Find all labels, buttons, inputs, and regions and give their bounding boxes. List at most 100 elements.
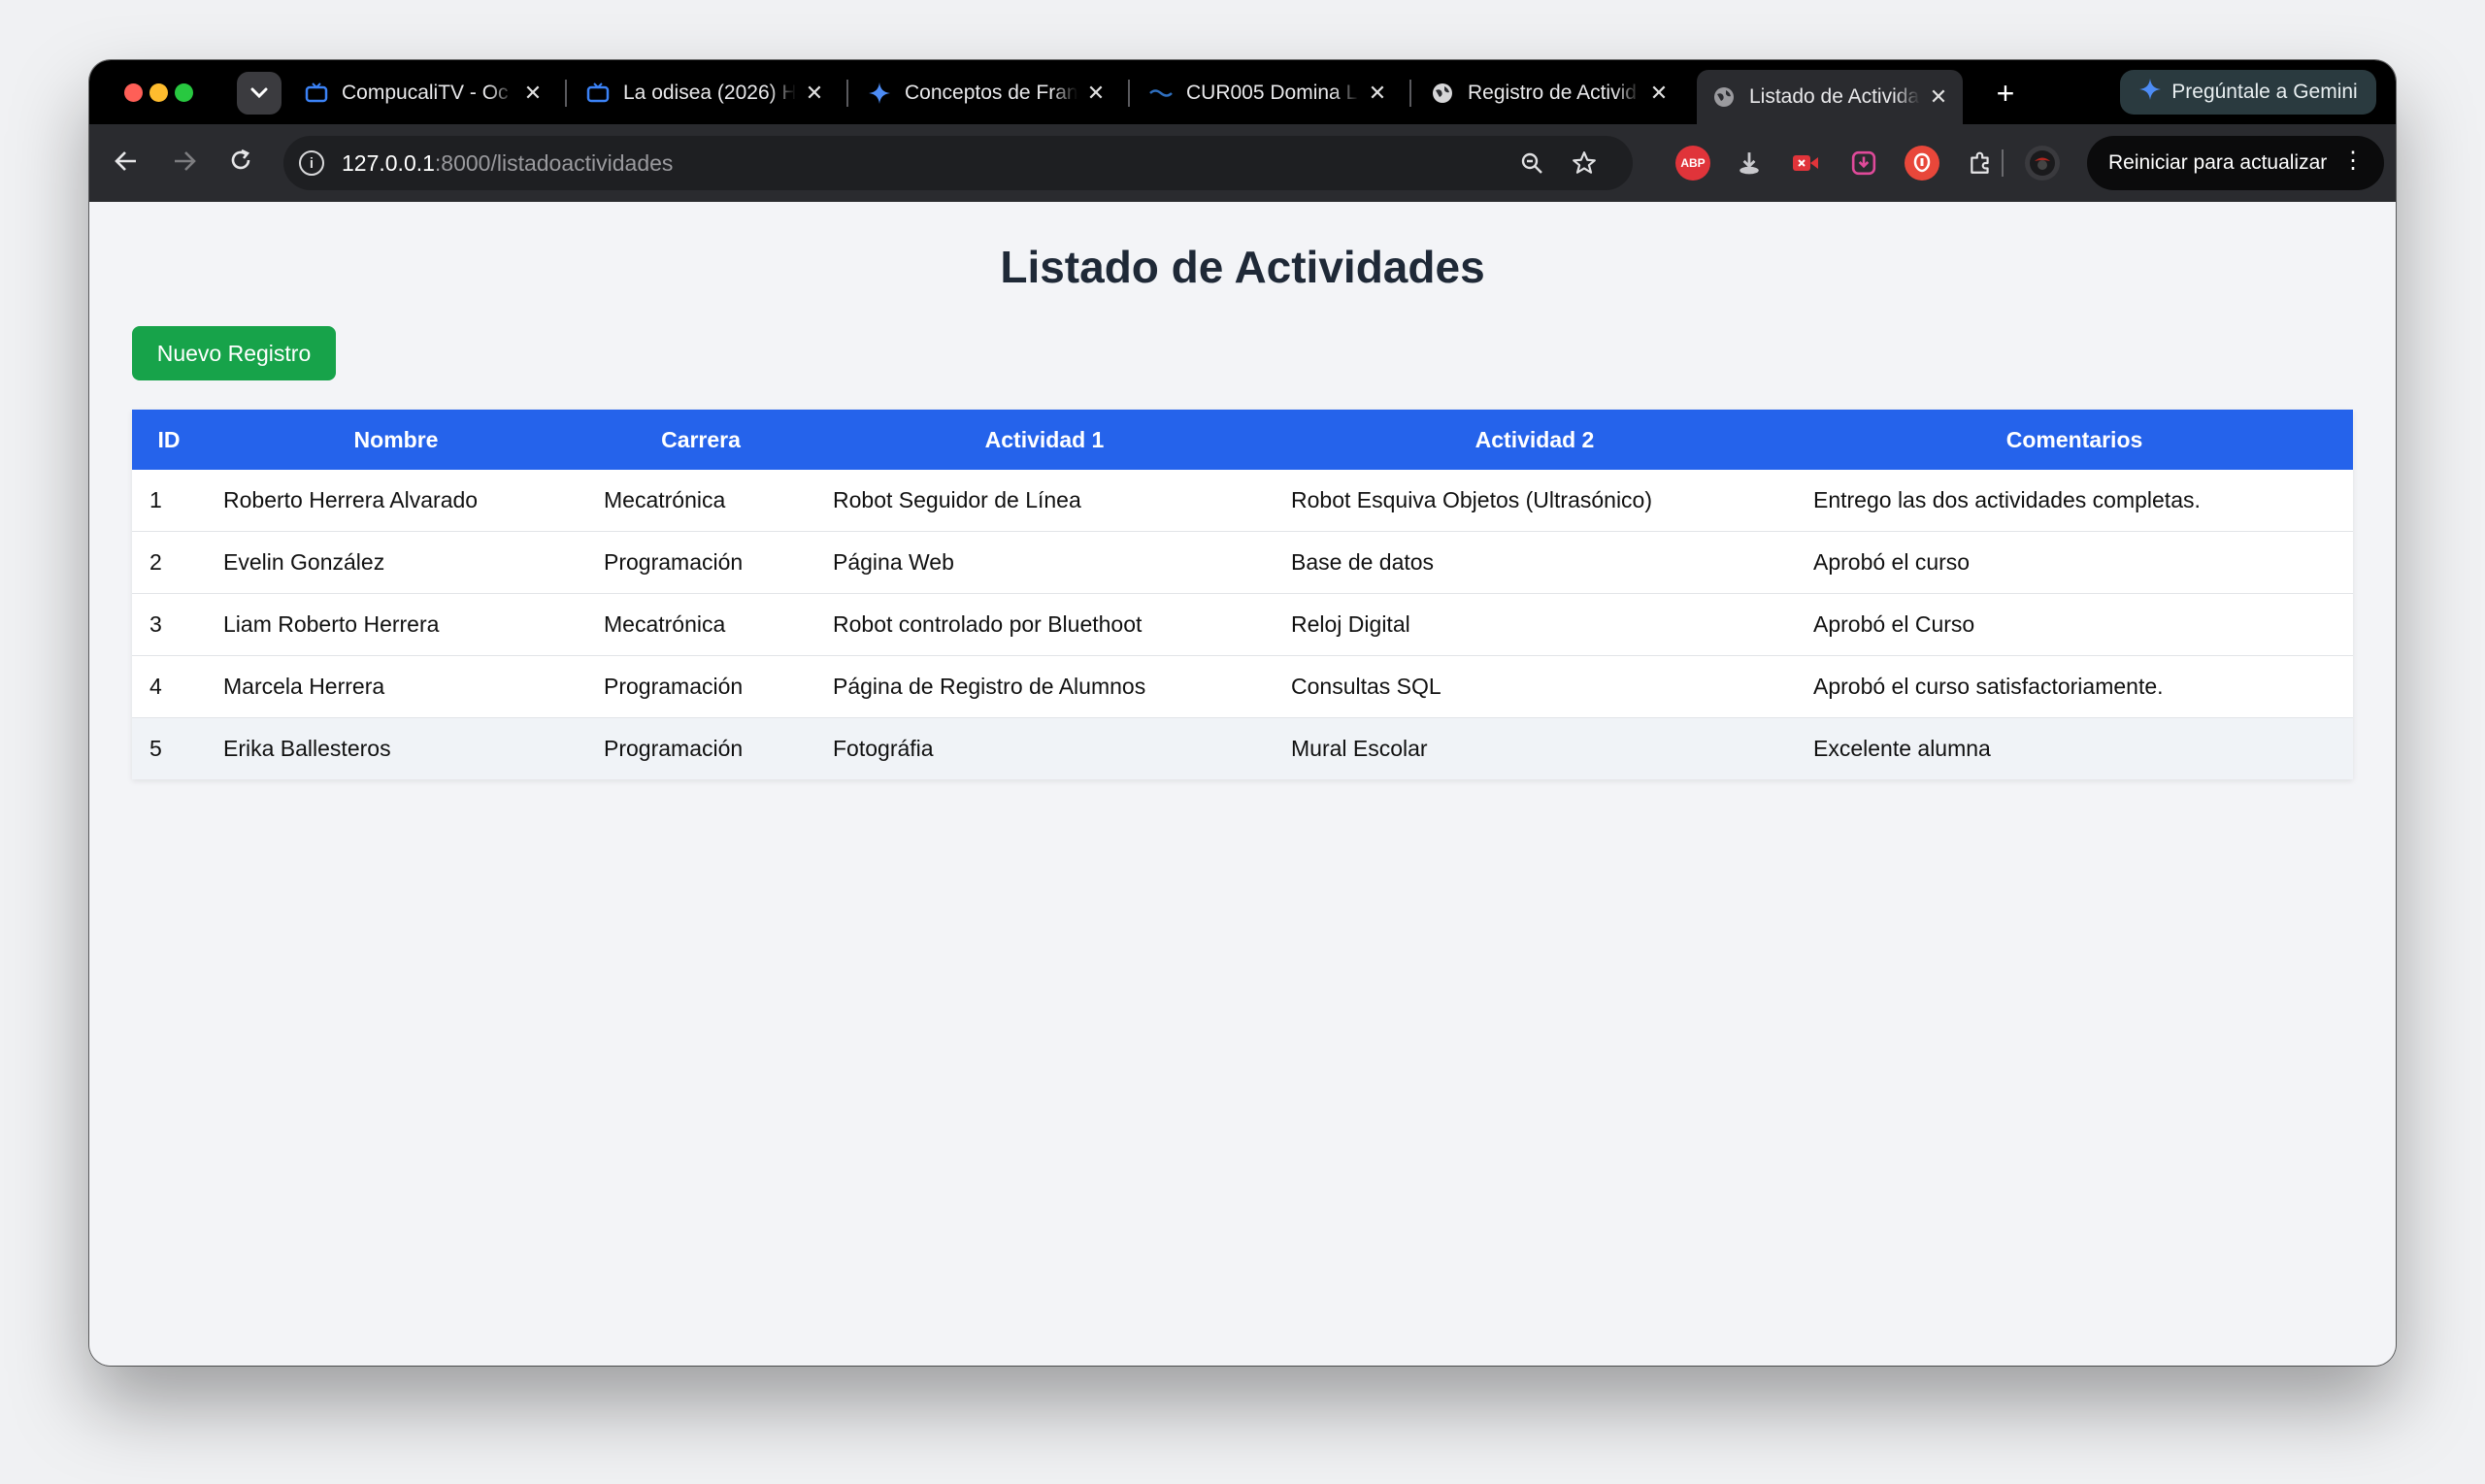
address-bar[interactable]: i 127.0.0.1:8000/listadoactividades — [283, 136, 1633, 190]
cell-comentarios: Aprobó el curso satisfactoriamente. — [1796, 655, 2353, 718]
table-row: 4 Marcela Herrera Programación Página de… — [132, 655, 2353, 718]
cell-actividad1: Robot controlado por Bluethoot — [815, 593, 1274, 656]
cell-carrera: Programación — [586, 717, 815, 779]
tab-listado-active[interactable]: Listado de Activida ✕ — [1697, 70, 1963, 124]
download-icon[interactable] — [1732, 146, 1767, 181]
forward-button[interactable] — [165, 144, 204, 182]
cell-carrera: Programación — [586, 531, 815, 594]
tab-divider — [1128, 80, 1130, 107]
cell-actividad2: Robot Esquiva Objetos (Ultrasónico) — [1274, 470, 1796, 532]
column-header-nombre: Nombre — [206, 410, 586, 470]
gemini-button[interactable]: Pregúntale a Gemini — [2120, 70, 2376, 115]
tab-title: CompucaliTV - Oc — [342, 82, 509, 104]
forward-arrow-icon — [173, 148, 196, 179]
zoom-icon[interactable] — [1516, 148, 1547, 179]
column-header-actividad1: Actividad 1 — [815, 410, 1274, 470]
cell-actividad1: Fotográfia — [815, 717, 1274, 779]
tab-compucalitv[interactable]: CompucaliTV - Oc ✕ — [289, 70, 557, 116]
back-arrow-icon — [115, 148, 138, 179]
browser-toolbar: i 127.0.0.1:8000/listadoactividades ABP — [89, 124, 2396, 202]
tab-registro[interactable]: Registro de Activid ✕ — [1415, 70, 1683, 116]
tab-la-odisea[interactable]: La odisea (2026) H ✕ — [571, 70, 839, 116]
url-host: 127.0.0.1 — [342, 149, 435, 176]
column-header-comentarios: Comentarios — [1796, 410, 2353, 470]
puzzle-icon[interactable] — [1963, 146, 1998, 181]
info-icon[interactable]: i — [299, 150, 324, 176]
cell-actividad2: Base de datos — [1274, 531, 1796, 594]
url-path: :8000/listadoactividades — [434, 149, 674, 176]
toolbar-divider — [2002, 149, 2004, 177]
cell-actividad2: Mural Escolar — [1274, 717, 1796, 779]
column-header-id: ID — [132, 410, 206, 470]
close-window-button[interactable] — [124, 83, 143, 102]
cell-actividad2: Consultas SQL — [1274, 655, 1796, 718]
cell-carrera: Mecatrónica — [586, 593, 815, 656]
cell-nombre: Marcela Herrera — [206, 655, 586, 718]
cell-comentarios: Entrego las dos actividades completas. — [1796, 470, 2353, 532]
tab-strip: CompucaliTV - Oc ✕ La odisea (2026) H ✕ … — [89, 60, 2396, 124]
video-icon[interactable] — [1788, 146, 1823, 181]
globe-icon — [1712, 85, 1736, 109]
browser-window: CompucaliTV - Oc ✕ La odisea (2026) H ✕ … — [89, 60, 2396, 1366]
tab-divider — [1409, 80, 1411, 107]
update-label: Reiniciar para actualizar — [2108, 151, 2328, 174]
menu-dots-icon[interactable]: ⋮ — [2341, 149, 2365, 173]
close-icon[interactable]: ✕ — [1648, 81, 1670, 106]
cell-nombre: Evelin González — [206, 531, 586, 594]
cell-id: 5 — [132, 717, 206, 779]
close-icon[interactable]: ✕ — [804, 81, 825, 106]
avatar[interactable] — [2025, 146, 2060, 181]
tv-icon — [586, 82, 610, 105]
cell-id: 3 — [132, 593, 206, 656]
cell-id: 2 — [132, 531, 206, 594]
gemini-icon — [2138, 78, 2162, 107]
tab-divider — [846, 80, 848, 107]
close-icon[interactable]: ✕ — [1367, 81, 1388, 106]
page-title: Listado de Actividades — [1000, 242, 1485, 292]
plus-icon: + — [1996, 75, 2015, 111]
tv-icon — [305, 82, 328, 105]
cell-nombre: Erika Ballesteros — [206, 717, 586, 779]
back-button[interactable] — [107, 144, 146, 182]
tab-divider — [565, 80, 567, 107]
maximize-window-button[interactable] — [175, 83, 193, 102]
chevron-down-icon — [250, 83, 268, 104]
minimize-window-button[interactable] — [149, 83, 168, 102]
cell-actividad1: Página Web — [815, 531, 1274, 594]
new-record-button[interactable]: Nuevo Registro — [132, 326, 336, 380]
tab-title: La odisea (2026) H — [623, 82, 796, 104]
cell-comentarios: Excelente alumna — [1796, 717, 2353, 779]
cell-actividad2: Reloj Digital — [1274, 593, 1796, 656]
cell-carrera: Programación — [586, 655, 815, 718]
gemini-icon — [868, 82, 891, 105]
tab-title: Registro de Activid — [1468, 82, 1637, 104]
reload-button[interactable] — [221, 144, 260, 182]
table-row: 1 Roberto Herrera Alvarado Mecatrónica R… — [132, 470, 2353, 532]
column-header-actividad2: Actividad 2 — [1274, 410, 1796, 470]
globe-icon — [1431, 82, 1454, 105]
cell-nombre: Roberto Herrera Alvarado — [206, 470, 586, 532]
tab-search-button[interactable] — [237, 72, 282, 115]
close-icon[interactable]: ✕ — [1928, 84, 1949, 110]
cell-nombre: Liam Roberto Herrera — [206, 593, 586, 656]
table-row: 3 Liam Roberto Herrera Mecatrónica Robot… — [132, 593, 2353, 656]
cell-id: 4 — [132, 655, 206, 718]
tab-cur005[interactable]: CUR005 Domina L ✕ — [1134, 70, 1402, 116]
close-icon[interactable]: ✕ — [1085, 81, 1107, 106]
restart-update-button[interactable]: Reiniciar para actualizar ⋮ — [2087, 136, 2384, 190]
shield-icon[interactable] — [1905, 146, 1939, 181]
table-row: 2 Evelin González Programación Página We… — [132, 531, 2353, 594]
cell-carrera: Mecatrónica — [586, 470, 815, 532]
gemini-label: Pregúntale a Gemini — [2171, 81, 2358, 103]
activities-table: ID Nombre Carrera Actividad 1 Actividad … — [132, 410, 2353, 779]
adblock-icon[interactable]: ABP — [1675, 146, 1710, 181]
tab-title: Conceptos de Fran — [905, 82, 1077, 104]
save-icon[interactable] — [1846, 146, 1881, 181]
bookmark-star-icon[interactable] — [1569, 148, 1600, 179]
close-icon[interactable]: ✕ — [522, 81, 544, 106]
tab-conceptos[interactable]: Conceptos de Fran ✕ — [852, 70, 1120, 116]
cell-comentarios: Aprobó el curso — [1796, 531, 2353, 594]
tab-title: Listado de Activida — [1749, 85, 1920, 108]
new-tab-button[interactable]: + — [1982, 70, 2029, 116]
table-header-row: ID Nombre Carrera Actividad 1 Actividad … — [132, 410, 2353, 470]
